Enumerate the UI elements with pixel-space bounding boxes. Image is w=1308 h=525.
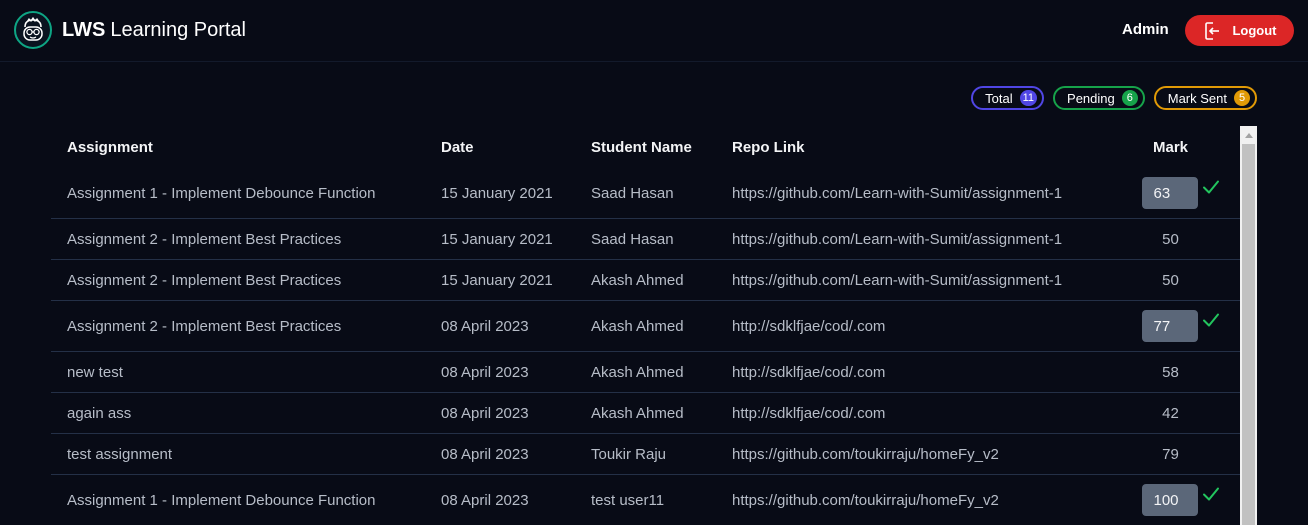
check-icon[interactable] xyxy=(1202,486,1220,502)
mark-cell: 58 xyxy=(1100,351,1241,393)
mark-cell: 50 xyxy=(1100,259,1241,301)
mark-cell: 100 xyxy=(1100,474,1241,525)
mark-sent-count: 5 xyxy=(1234,90,1250,106)
mark-value: 42 xyxy=(1162,404,1179,422)
geek-face-logo-icon xyxy=(14,11,52,49)
repo-link-cell[interactable]: http://sdklfjae/cod/.com xyxy=(716,351,1100,393)
date-cell: 15 January 2021 xyxy=(441,184,553,202)
assignment-mark-table-container[interactable]: Assignment Date Student Name Repo Link M… xyxy=(51,126,1241,525)
mark-editor: 77 xyxy=(1141,310,1220,342)
column-header-student: Student Name xyxy=(591,138,692,156)
assignment-cell: Assignment 1 - Implement Debounce Functi… xyxy=(67,184,376,202)
repo-link-cell[interactable]: http://sdklfjae/cod/.com xyxy=(716,300,1100,352)
repo-link-cell[interactable]: http://sdklfjae/cod/.com xyxy=(716,392,1100,434)
date-cell: 08 April 2023 xyxy=(425,351,575,393)
student-name-cell: test user11 xyxy=(575,474,716,525)
status-summary: Total 11 Pending 6 Mark Sent 5 xyxy=(971,86,1257,110)
mark-cell: 50 xyxy=(1100,218,1241,260)
date-cell: 08 April 2023 xyxy=(425,392,575,434)
total-badge: Total 11 xyxy=(971,86,1045,110)
pending-badge: Pending 6 xyxy=(1053,86,1145,110)
date-cell: 08 April 2023 xyxy=(425,433,575,475)
user-name: Admin xyxy=(1122,21,1169,38)
table-row: Assignment 1 - Implement Debounce Functi… xyxy=(51,168,1241,219)
pending-count: 6 xyxy=(1121,90,1138,106)
mark-cell: 79 xyxy=(1100,433,1241,475)
repo-link-cell[interactable]: https://github.com/Learn-with-Sumit/assi… xyxy=(716,259,1100,301)
table-row: test assignment 08 April 2023 Toukir Raju h… xyxy=(51,433,1241,475)
date-cell: 15 January 2021 xyxy=(425,218,575,260)
mark-value: 79 xyxy=(1162,445,1179,463)
brand-name: LWS Learning Portal xyxy=(62,19,246,42)
brand[interactable]: LWS Learning Portal xyxy=(14,11,246,49)
student-name-cell: Akash Ahmed xyxy=(575,392,716,434)
table-header-row: Assignment Date Student Name Repo Link M… xyxy=(51,126,1241,168)
mark-input[interactable]: 63 xyxy=(1141,177,1198,209)
student-name-cell: Toukir Raju xyxy=(575,433,716,475)
mark-sent-badge: Mark Sent 5 xyxy=(1153,86,1257,110)
mark-editor: 63 xyxy=(1141,177,1220,209)
mark-input[interactable]: 77 xyxy=(1141,310,1198,342)
total-label: Total xyxy=(985,90,1013,106)
total-count: 11 xyxy=(1019,90,1038,106)
student-name-cell: Saad Hasan xyxy=(575,218,716,260)
assignment-cell: again ass xyxy=(51,392,425,434)
column-header-date: Date xyxy=(441,138,474,156)
mark-editor: 100 xyxy=(1141,484,1220,516)
table-scrollbar[interactable] xyxy=(1240,126,1257,525)
assignment-cell: Assignment 2 - Implement Best Practices xyxy=(51,259,425,301)
logout-button[interactable]: Logout xyxy=(1185,15,1294,46)
assignment-cell: new test xyxy=(51,351,425,393)
date-cell: 15 January 2021 xyxy=(425,259,575,301)
mark-cell: 42 xyxy=(1100,392,1241,434)
column-header-assignment: Assignment xyxy=(67,138,153,156)
mark-cell: 63 xyxy=(1100,168,1241,219)
table-body: Assignment 1 - Implement Debounce Functi… xyxy=(51,168,1241,525)
date-cell: 08 April 2023 xyxy=(425,300,575,352)
repo-link-cell[interactable]: https://github.com/toukirraju/homeFy_v2 xyxy=(716,474,1100,525)
repo-link-cell[interactable]: https://github.com/Learn-with-Sumit/assi… xyxy=(716,168,1100,219)
student-name-cell: Akash Ahmed xyxy=(575,259,716,301)
table-row: Assignment 2 - Implement Best Practices 1… xyxy=(51,218,1241,260)
table-row: Assignment 2 - Implement Best Practices 0… xyxy=(51,300,1241,352)
student-name-cell: Akash Ahmed xyxy=(575,351,716,393)
assignment-cell: Assignment 2 - Implement Best Practices xyxy=(51,300,425,352)
mark-value: 50 xyxy=(1162,271,1179,289)
repo-link-cell[interactable]: https://github.com/toukirraju/homeFy_v2 xyxy=(716,433,1100,475)
brand-name-rest: Learning Portal xyxy=(110,18,246,41)
navbar: LWS Learning Portal Admin Logout xyxy=(0,0,1308,62)
column-header-mark: Mark xyxy=(1152,138,1189,156)
mark-input[interactable]: 100 xyxy=(1141,484,1198,516)
assignment-cell: test assignment xyxy=(51,433,425,475)
repo-link-cell[interactable]: https://github.com/Learn-with-Sumit/assi… xyxy=(716,218,1100,260)
check-icon[interactable] xyxy=(1202,312,1220,328)
scrollbar-thumb[interactable] xyxy=(1242,144,1255,525)
logout-icon xyxy=(1202,21,1222,41)
logout-label: Logout xyxy=(1232,23,1277,38)
date-cell: 08 April 2023 xyxy=(425,474,575,525)
table-row: Assignment 1 - Implement Debounce Functi… xyxy=(51,474,1241,525)
assignment-mark-table: Assignment Date Student Name Repo Link M… xyxy=(51,126,1241,525)
mark-sent-label: Mark Sent xyxy=(1167,90,1227,106)
student-name-cell: Saad Hasan xyxy=(591,184,674,202)
mark-value: 58 xyxy=(1162,363,1179,381)
scroll-up-arrow-icon[interactable] xyxy=(1240,126,1257,143)
pending-label: Pending xyxy=(1067,90,1115,106)
assignment-cell: Assignment 2 - Implement Best Practices xyxy=(51,218,425,260)
table-row: Assignment 2 - Implement Best Practices 1… xyxy=(51,259,1241,301)
brand-name-strong: LWS xyxy=(62,18,106,41)
table-row: new test 08 April 2023 Akash Ahmed http://s… xyxy=(51,351,1241,393)
student-name-cell: Akash Ahmed xyxy=(575,300,716,352)
mark-value: 50 xyxy=(1162,230,1179,248)
check-icon[interactable] xyxy=(1202,179,1220,195)
column-header-repo: Repo Link xyxy=(732,138,805,156)
assignment-cell: Assignment 1 - Implement Debounce Functi… xyxy=(51,474,425,525)
mark-cell: 77 xyxy=(1100,300,1241,352)
table-row: again ass 08 April 2023 Akash Ahmed http://… xyxy=(51,392,1241,434)
